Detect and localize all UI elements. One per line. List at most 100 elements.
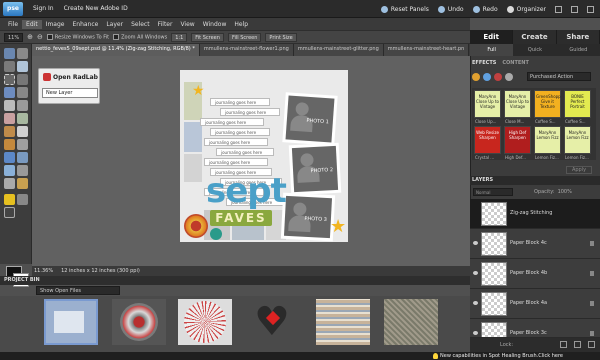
menu-select[interactable]: Select (127, 20, 154, 29)
journal-strip[interactable]: journaling goes here (210, 128, 270, 136)
journal-strip[interactable]: journaling goes here (216, 148, 274, 156)
zoom-all-checkbox[interactable]: Zoom All Windows (113, 33, 167, 40)
menu-view[interactable]: View (176, 20, 198, 29)
actual-pixels-button[interactable]: 1:1 (171, 32, 188, 42)
lasso-tool-icon[interactable] (17, 74, 28, 85)
layer-styles-icon[interactable] (483, 73, 491, 81)
button-embellishment[interactable] (210, 228, 222, 240)
tab-document-flower[interactable]: mmullens-mainstreet-flower1.png (199, 44, 294, 56)
tab-content[interactable]: CONTENT (502, 60, 529, 68)
undo-button[interactable]: Undo (437, 5, 464, 13)
custom-shape-tool-icon[interactable] (4, 194, 15, 205)
opacity-value[interactable]: 100% (558, 189, 572, 195)
show-all-icon[interactable] (505, 73, 513, 81)
blend-mode-select[interactable]: Normal (473, 187, 513, 196)
print-size-button[interactable]: Print Size (265, 32, 297, 42)
menu-file[interactable]: File (4, 20, 22, 29)
blur-tool-icon[interactable] (17, 165, 28, 176)
redo-button[interactable]: Redo (472, 5, 498, 13)
scrapbook-page[interactable]: journaling goes here journaling goes her… (180, 70, 348, 242)
fill-screen-button[interactable]: Fill Screen (227, 32, 262, 42)
visibility-eye-icon[interactable] (473, 331, 478, 335)
bin-thumbnail[interactable] (44, 299, 98, 345)
tip-link[interactable]: New capabilities in Spot Healing Brush.C… (440, 352, 563, 360)
layer-menu-icon[interactable] (588, 341, 595, 348)
zoom-tool-icon[interactable] (4, 48, 15, 59)
eyedropper-tool-icon[interactable] (17, 61, 28, 72)
effect-thumb[interactable]: MaryAnn Lemon Fizz Lemon Fiz... (564, 126, 591, 160)
menu-enhance[interactable]: Enhance (68, 20, 102, 29)
brush-tool-icon[interactable] (4, 139, 15, 150)
star-icon[interactable]: ★ (192, 84, 206, 98)
bin-thumbnail[interactable] (112, 299, 166, 345)
red-eye-tool-icon[interactable] (4, 113, 15, 124)
pencil-tool-icon[interactable] (17, 178, 28, 189)
project-bin-header[interactable]: PROJECT BIN (0, 276, 470, 285)
journal-strip[interactable]: journaling goes here (220, 108, 280, 116)
delete-layer-icon[interactable] (574, 341, 581, 348)
effect-thumb[interactable]: MaryAnn Close Up to Vintage Close M... (504, 90, 531, 124)
apply-button[interactable]: Apply (566, 166, 592, 174)
close-icon[interactable] (587, 5, 594, 13)
layer-row[interactable]: Paper Block 3c (470, 319, 600, 338)
flower-embellishment[interactable] (184, 214, 208, 238)
photo-frame[interactable]: PHOTO 1 (282, 92, 338, 146)
journal-strip[interactable]: journaling goes here (204, 138, 268, 146)
menu-window[interactable]: Window (199, 20, 231, 29)
open-radlab-button[interactable]: Open RadLab (53, 74, 98, 81)
tab-document-heart[interactable]: mmullens-mainstreet-heart.pn (383, 44, 470, 56)
layer-row[interactable]: Paper Block 4b (470, 259, 600, 289)
layer-row[interactable]: Paper Block 4c (470, 229, 600, 259)
visibility-eye-icon[interactable] (473, 301, 478, 305)
reset-panels-button[interactable]: Reset Panels (380, 5, 429, 13)
effect-thumb[interactable]: High Def Sharpen High Def... (504, 126, 531, 160)
selection-brush-tool-icon[interactable] (17, 87, 28, 98)
clone-stamp-tool-icon[interactable] (4, 126, 15, 137)
straighten-tool-icon[interactable] (4, 207, 15, 218)
fit-screen-button[interactable]: Fit Screen (191, 32, 224, 42)
effect-thumb[interactable]: BONIE Perfect Portrait Coffee S... (564, 90, 591, 124)
layers-header[interactable]: LAYERS (470, 176, 600, 185)
effect-thumb[interactable]: GreenShopp Give it Texture Coffee S... (534, 90, 561, 124)
effect-thumb[interactable]: Web Resize Sharpen Crystal ... (474, 126, 501, 160)
smart-brush-tool-icon[interactable] (17, 139, 28, 150)
create-id-link[interactable]: Create New Adobe ID (64, 5, 128, 12)
zoom-out-icon[interactable]: ⊖ (37, 33, 43, 41)
marquee-tool-icon[interactable] (4, 74, 15, 85)
subtab-quick[interactable]: Quick (513, 44, 556, 56)
organizer-button[interactable]: Organizer (506, 5, 546, 13)
bin-thumbnail[interactable] (316, 299, 370, 345)
visibility-eye-icon[interactable] (473, 271, 478, 275)
journal-strip[interactable]: journaling goes here (204, 158, 268, 166)
shape-tool-icon[interactable] (4, 165, 15, 176)
layer-row[interactable]: Zig-zag Stitching (470, 199, 600, 229)
minimize-icon[interactable] (555, 5, 562, 13)
journal-strip[interactable]: journaling goes here (210, 98, 270, 106)
tab-create[interactable]: Create (513, 30, 557, 44)
tab-share[interactable]: Share (556, 30, 600, 44)
menu-layer[interactable]: Layer (102, 20, 127, 29)
menu-filter[interactable]: Filter (154, 20, 177, 29)
tab-document-main[interactable]: nettio_feves5_09sept.psd @ 11.4% (Zig-za… (32, 44, 200, 56)
crop-tool-icon[interactable] (17, 100, 28, 111)
title-word-small[interactable]: FAVES (210, 210, 272, 226)
star-icon[interactable]: ★ (330, 218, 348, 236)
sponge-tool-icon[interactable] (4, 178, 15, 189)
project-bin-select[interactable]: Show Open Files (36, 286, 120, 295)
paint-bucket-tool-icon[interactable] (4, 152, 15, 163)
tab-edit[interactable]: Edit (470, 30, 514, 44)
hand-tool-icon[interactable] (17, 48, 28, 59)
photo-frame[interactable]: PHOTO 3 (280, 192, 336, 242)
effect-thumb[interactable]: MaryAnn Close Up to Vintage Close Up... (474, 90, 501, 124)
new-layer-icon[interactable] (560, 341, 567, 348)
eraser-tool-icon[interactable] (17, 126, 28, 137)
zoom-readout[interactable]: 11.36% (34, 268, 53, 274)
bin-thumbnail[interactable] (178, 299, 232, 345)
visibility-eye-icon[interactable] (473, 241, 478, 245)
bin-thumbnail[interactable]: ♥ (246, 299, 300, 345)
resize-windows-checkbox[interactable]: Resize Windows To Fit (46, 33, 109, 40)
magic-wand-tool-icon[interactable] (4, 87, 15, 98)
signin-link[interactable]: Sign In (33, 5, 54, 12)
zoom-in-icon[interactable]: ⊕ (27, 33, 33, 41)
tab-document-glitter[interactable]: mmullens-mainstreet-glitter.png (293, 44, 384, 56)
